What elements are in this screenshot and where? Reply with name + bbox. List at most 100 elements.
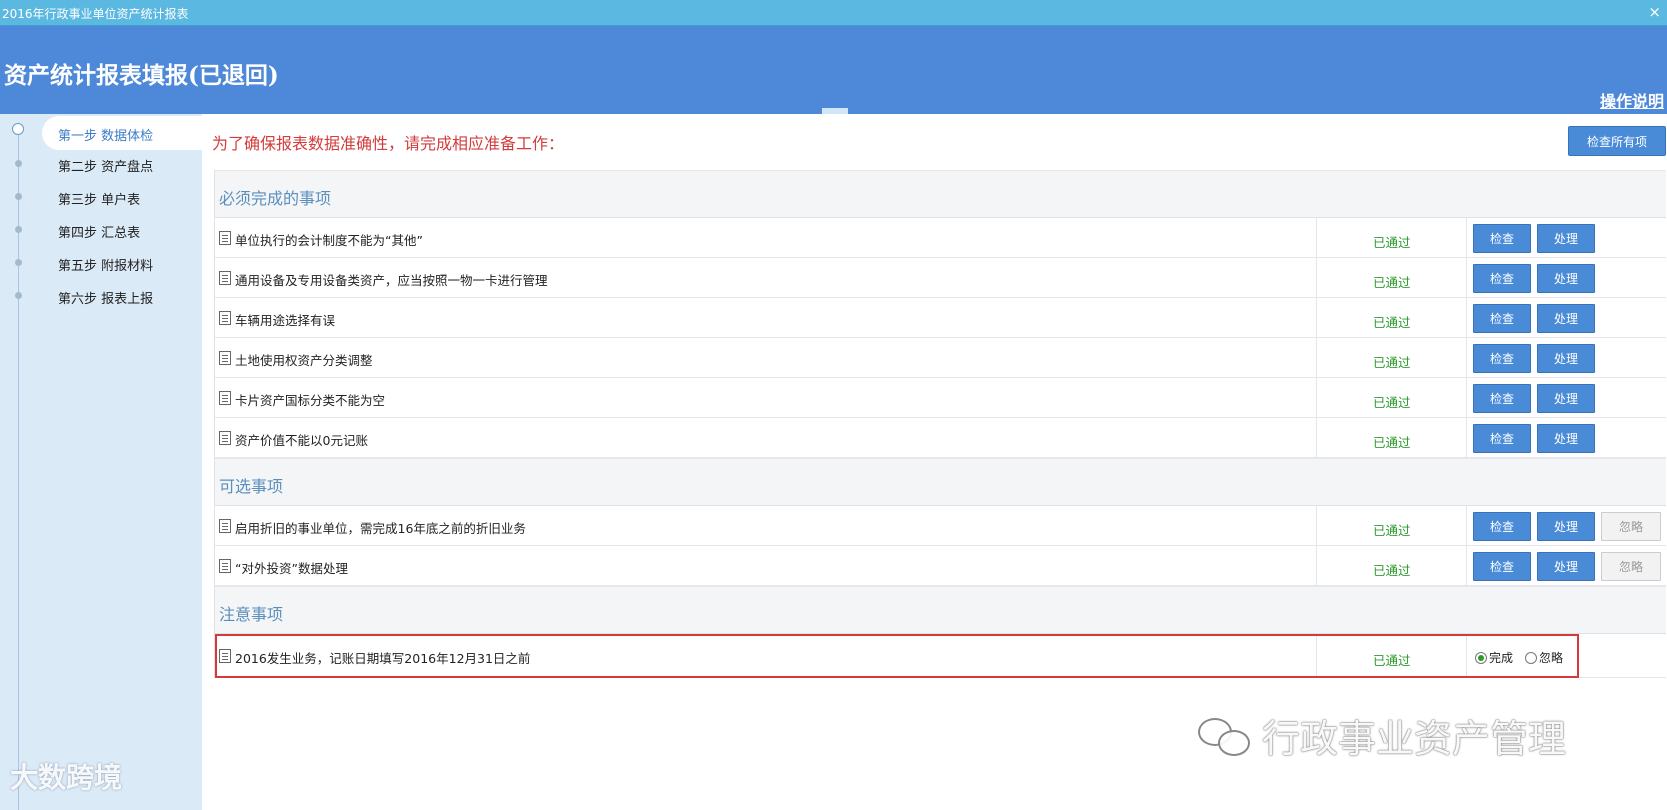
section-header-optional: 可选事项 xyxy=(215,458,1666,506)
step-label: 第一步 数据体检 xyxy=(58,129,154,144)
item-text: “对外投资”数据处理 xyxy=(235,561,348,576)
watermark-right-text: 行政事业资产管理 xyxy=(1262,717,1567,761)
radio-label: 完成 xyxy=(1489,651,1514,665)
step-item-asset-inventory[interactable]: 第二步 资产盘点 xyxy=(0,147,202,181)
check-button[interactable]: 检查 xyxy=(1473,224,1531,253)
column-divider xyxy=(1316,338,1317,378)
step-item-data-check[interactable]: 第一步 数据体检 xyxy=(0,114,202,150)
close-icon[interactable]: × xyxy=(1648,3,1661,21)
ignore-button[interactable]: 忽略 xyxy=(1601,512,1661,541)
check-all-button[interactable]: 检查所有项 xyxy=(1568,126,1666,156)
step-sidebar: 第一步 数据体检 第二步 资产盘点 第三步 单户表 第四步 汇总表 第五步 附报… xyxy=(0,114,202,810)
step-label: 第三步 单户表 xyxy=(58,193,141,208)
column-divider xyxy=(1466,338,1467,378)
document-icon xyxy=(219,431,231,445)
document-icon xyxy=(219,649,231,663)
document-icon xyxy=(219,231,231,245)
step-dot-icon xyxy=(15,226,22,233)
check-button[interactable]: 检查 xyxy=(1473,424,1531,453)
handle-button[interactable]: 处理 xyxy=(1537,224,1595,253)
section-header-notes: 注意事项 xyxy=(215,586,1666,634)
document-icon xyxy=(219,519,231,533)
column-divider xyxy=(1466,506,1467,546)
status-text: 已通过 xyxy=(1373,395,1411,410)
column-divider xyxy=(1316,418,1317,458)
step-label: 第二步 资产盘点 xyxy=(58,160,154,175)
check-button[interactable]: 检查 xyxy=(1473,304,1531,333)
handle-button[interactable]: 处理 xyxy=(1537,512,1595,541)
item-text: 资产价值不能以0元记账 xyxy=(235,433,368,448)
step-label: 第五步 附报材料 xyxy=(58,259,154,274)
handle-button[interactable]: 处理 xyxy=(1537,424,1595,453)
document-icon xyxy=(219,391,231,405)
column-divider xyxy=(1466,218,1467,258)
status-text: 已通过 xyxy=(1373,235,1411,250)
column-divider xyxy=(1316,546,1317,586)
handle-button[interactable]: 处理 xyxy=(1537,304,1595,333)
page-header: 资产统计报表填报(已退回) 操作说明 xyxy=(0,26,1667,114)
step-item-attachments[interactable]: 第五步 附报材料 xyxy=(0,246,202,280)
column-divider xyxy=(1466,258,1467,298)
status-text: 已通过 xyxy=(1373,523,1411,538)
intro-notice: 为了确保报表数据准确性，请完成相应准备工作： xyxy=(212,134,565,153)
table-row: “对外投资”数据处理 已通过 检查 处理 忽略 xyxy=(215,546,1666,586)
table-row: 单位执行的会计制度不能为“其他” 已通过 检查 处理 xyxy=(215,218,1666,258)
item-text: 2016发生业务，记账日期填写2016年12月31日之前 xyxy=(235,651,531,666)
handle-button[interactable]: 处理 xyxy=(1537,384,1595,413)
status-text: 已通过 xyxy=(1373,275,1411,290)
column-divider xyxy=(1466,378,1467,418)
step-item-submit-report[interactable]: 第六步 报表上报 xyxy=(0,279,202,313)
column-divider xyxy=(1316,378,1317,418)
table-row: 车辆用途选择有误 已通过 检查 处理 xyxy=(215,298,1666,338)
status-text: 已通过 xyxy=(1373,315,1411,330)
handle-button[interactable]: 处理 xyxy=(1537,344,1595,373)
main-panel: 为了确保报表数据准确性，请完成相应准备工作： 检查所有项 必须完成的事项 单位执… xyxy=(202,114,1667,810)
item-text: 土地使用权资产分类调整 xyxy=(235,353,373,368)
column-divider xyxy=(1316,634,1317,678)
status-text: 已通过 xyxy=(1373,435,1411,450)
item-text: 通用设备及专用设备类资产，应当按照一物一卡进行管理 xyxy=(235,273,548,288)
window-title: 2016年行政事业单位资产统计报表 xyxy=(2,7,189,21)
check-button[interactable]: 检查 xyxy=(1473,264,1531,293)
help-link[interactable]: 操作说明 xyxy=(1600,88,1664,112)
section-title: 注意事项 xyxy=(219,605,284,624)
table-row: 资产价值不能以0元记账 已通过 检查 处理 xyxy=(215,418,1666,458)
step-label: 第四步 汇总表 xyxy=(58,226,141,241)
item-text: 车辆用途选择有误 xyxy=(235,313,336,328)
check-items-table: 必须完成的事项 单位执行的会计制度不能为“其他” 已通过 检查 处理 通用设备及… xyxy=(214,170,1666,678)
table-row: 卡片资产国标分类不能为空 已通过 检查 处理 xyxy=(215,378,1666,418)
document-icon xyxy=(219,271,231,285)
step-label: 第六步 报表上报 xyxy=(58,292,154,307)
ignore-button[interactable]: 忽略 xyxy=(1601,552,1661,581)
column-divider xyxy=(1466,634,1467,678)
step-item-summary-table[interactable]: 第四步 汇总表 xyxy=(0,213,202,247)
column-divider xyxy=(1466,298,1467,338)
item-text: 启用折旧的事业单位，需完成16年底之前的折旧业务 xyxy=(235,521,526,536)
column-divider xyxy=(1316,258,1317,298)
radio-label: 忽略 xyxy=(1539,651,1564,665)
table-row: 土地使用权资产分类调整 已通过 检查 处理 xyxy=(215,338,1666,378)
column-divider xyxy=(1316,506,1317,546)
wechat-icon xyxy=(1196,714,1256,760)
step-dot-icon xyxy=(12,123,24,135)
done-radio[interactable]: 完成 xyxy=(1475,649,1513,666)
item-text: 卡片资产国标分类不能为空 xyxy=(235,393,386,408)
check-button[interactable]: 检查 xyxy=(1473,384,1531,413)
ignore-radio[interactable]: 忽略 xyxy=(1525,649,1563,666)
status-text: 已通过 xyxy=(1373,653,1411,668)
step-dot-icon xyxy=(15,292,22,299)
section-title: 可选事项 xyxy=(219,477,284,496)
page-title: 资产统计报表填报(已退回) xyxy=(4,62,279,89)
step-item-single-table[interactable]: 第三步 单户表 xyxy=(0,180,202,214)
handle-button[interactable]: 处理 xyxy=(1537,264,1595,293)
table-row: 通用设备及专用设备类资产，应当按照一物一卡进行管理 已通过 检查 处理 xyxy=(215,258,1666,298)
section-header-required: 必须完成的事项 xyxy=(215,170,1666,218)
handle-button[interactable]: 处理 xyxy=(1537,552,1595,581)
radio-unchecked-icon xyxy=(1525,652,1537,664)
step-dot-icon xyxy=(15,193,22,200)
check-button[interactable]: 检查 xyxy=(1473,344,1531,373)
check-button[interactable]: 检查 xyxy=(1473,552,1531,581)
column-divider xyxy=(1316,298,1317,338)
document-icon xyxy=(219,351,231,365)
check-button[interactable]: 检查 xyxy=(1473,512,1531,541)
